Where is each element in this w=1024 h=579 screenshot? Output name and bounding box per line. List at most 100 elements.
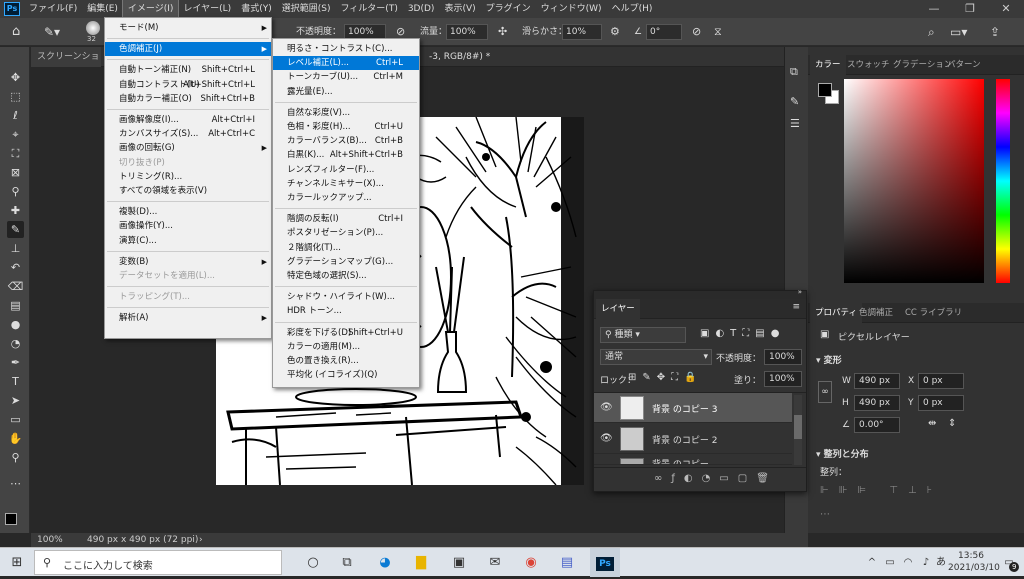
lasso-tool-icon[interactable]: ℓ [7, 107, 24, 124]
menu-item[interactable]: 画像操作(Y)... [105, 219, 271, 233]
share-icon[interactable]: ⇪ [990, 23, 1000, 41]
link-icon[interactable]: ∞ [818, 381, 832, 403]
menu-item[interactable]: 変数(B) ▶ [105, 255, 271, 269]
transform-heading[interactable]: ▾ 変形 [816, 353, 842, 366]
document-tab-title[interactable]: -3, RGB/8#) * [423, 47, 496, 67]
task-view-icon[interactable]: ⧉ [332, 548, 362, 577]
cortana-icon[interactable]: ○ [298, 548, 328, 577]
layers-scrollbar[interactable] [794, 395, 802, 465]
menu-item[interactable]: カラーの適用(M)... [273, 340, 419, 354]
x-field[interactable]: 0 px [918, 373, 964, 389]
menu-item[interactable]: カラーバランス(B)... Ctrl+B [273, 134, 419, 148]
gradient-tool-icon[interactable]: ▤ [7, 297, 24, 314]
notification-icon[interactable]: ▭ 9 [998, 548, 1020, 577]
menu-item[interactable]: チャンネルミキサー(X)... [273, 177, 419, 191]
history-panel-icon[interactable]: ⧉ [790, 65, 798, 79]
explorer-icon[interactable]: ▇ [406, 548, 436, 577]
menu-9[interactable]: プラグイン [481, 0, 536, 18]
y-field[interactable]: 0 px [918, 395, 964, 411]
width-field[interactable]: 490 px [854, 373, 900, 389]
menu-item[interactable]: トリミング(R)... [105, 170, 271, 184]
menu-item[interactable]: 特定色域の選択(S)... [273, 269, 419, 283]
menu-item[interactable]: 露光量(E)... [273, 85, 419, 99]
volume-icon[interactable]: ♪ [918, 548, 934, 577]
zoom-tool-icon[interactable]: ⚲ [7, 449, 24, 466]
hue-slider[interactable] [996, 79, 1010, 283]
brush-tip-icon[interactable] [86, 21, 100, 35]
menu-item[interactable]: 複製(D)... [105, 205, 271, 219]
adjustments-icon[interactable]: ☰ [790, 117, 800, 130]
menu-item[interactable]: 画像の回転(G) ▶ [105, 141, 271, 155]
align-buttons-icon[interactable]: ⊩⊪⊫ ⊤⊥⊦ [820, 485, 942, 496]
menu-4[interactable]: 書式(Y) [236, 0, 277, 18]
menu-item[interactable]: 色調補正(J) ▶ [105, 42, 271, 57]
brush-angle-field[interactable]: 0° [646, 24, 682, 40]
menu-item[interactable]: HDR トーン... [273, 304, 419, 318]
menu-8[interactable]: 表示(V) [439, 0, 480, 18]
flip-vertical-icon[interactable]: ⇕ [948, 418, 956, 429]
menu-item[interactable]: 演算(C)... [105, 234, 271, 248]
symmetry-icon[interactable]: ⧖ [714, 23, 722, 41]
brush-preset-icon[interactable]: ✎▾ [44, 23, 60, 41]
menu-5[interactable]: 選択範囲(S) [277, 0, 336, 18]
frame-tool-icon[interactable]: ⊠ [7, 164, 24, 181]
chrome-icon[interactable]: ◉ [516, 548, 546, 577]
stamp-tool-icon[interactable]: ⊥ [7, 240, 24, 257]
zoom-level[interactable]: 100% [37, 533, 63, 547]
layer-row[interactable]: 背景 のコピー [594, 455, 792, 465]
smoothing-field[interactable]: 10% [562, 24, 602, 40]
pen-tool-icon[interactable]: ✒ [7, 354, 24, 371]
menu-6[interactable]: フィルター(T) [335, 0, 402, 18]
panel-menu-icon[interactable]: ≡ [792, 302, 800, 312]
layer-opacity-field[interactable]: 100% [764, 349, 802, 365]
windows-start-icon[interactable]: ⊞ [0, 548, 34, 577]
menu-item[interactable]: 自動コントラスト(U) Alt+Shift+Ctrl+L [105, 78, 271, 92]
layer-actions-bar[interactable]: ∞ƒ◐◔▭▢🗑 [594, 467, 806, 491]
tray-chevron-icon[interactable]: ^ [864, 548, 880, 577]
panel-grip[interactable]: » [594, 288, 806, 299]
home-icon[interactable]: ⌂ [12, 23, 20, 41]
fill-field[interactable]: 100% [764, 371, 802, 387]
menu-item[interactable]: 彩度を下げる(D) Shift+Ctrl+U [273, 326, 419, 340]
menu-item[interactable]: カンバスサイズ(S)... Alt+Ctrl+C [105, 127, 271, 141]
brush-tool-icon[interactable]: ✎ [7, 221, 24, 238]
lock-icons[interactable]: ⊞✎✥⛶🔒 [628, 372, 703, 383]
height-field[interactable]: 490 px [854, 395, 900, 411]
tab-swatches[interactable]: スウォッチ [842, 55, 895, 75]
layer-name[interactable]: 背景 のコピー 2 [652, 433, 717, 446]
menu-3[interactable]: レイヤー(L) [178, 0, 236, 18]
brush-settings-icon[interactable]: ✎ [790, 95, 799, 108]
menu-2[interactable]: イメージ(I) [121, 0, 180, 19]
menu-item[interactable]: 画像解像度(I)... Alt+Ctrl+I [105, 113, 271, 127]
menu-0[interactable]: ファイル(F) [24, 0, 82, 18]
menu-item[interactable]: 色相・彩度(H)... Ctrl+U [273, 120, 419, 134]
layer-row-active[interactable]: 👁 背景 のコピー 3 [594, 393, 792, 423]
menu-item[interactable]: 解析(A) ▶ [105, 311, 271, 325]
menu-item[interactable]: グラデーションマップ(G)... [273, 255, 419, 269]
document-tab[interactable]: スクリーンショット ( [31, 47, 101, 67]
search-icon[interactable]: ⌕ [928, 23, 935, 41]
menu-item[interactable]: 白黒(K)... Alt+Shift+Ctrl+B [273, 148, 419, 162]
menu-7[interactable]: 3D(D) [403, 0, 440, 18]
crop-tool-icon[interactable]: ⛶ [7, 145, 24, 162]
menu-11[interactable]: ヘルプ(H) [607, 0, 658, 18]
menu-item[interactable]: レベル補正(L)... Ctrl+L [273, 56, 419, 71]
quick-select-tool-icon[interactable]: ⌖ [7, 126, 24, 143]
workspace-icon[interactable]: ▭▾ [950, 23, 967, 41]
edge-icon[interactable]: ◕ [370, 548, 400, 577]
history-brush-tool-icon[interactable]: ↶ [7, 259, 24, 276]
mail-icon[interactable]: ✉ [480, 548, 510, 577]
tab-patterns[interactable]: パターン [942, 55, 986, 75]
pressure-size-icon[interactable]: ⊘ [692, 23, 701, 41]
menu-item[interactable]: 自然な彩度(V)... [273, 106, 419, 120]
visibility-eye-icon[interactable]: 👁 [600, 433, 613, 444]
layer-row[interactable]: 👁 背景 のコピー 2 [594, 424, 792, 454]
store-icon[interactable]: ▣ [444, 548, 474, 577]
tab-layers[interactable]: レイヤー [596, 299, 640, 319]
hand-tool-icon[interactable]: ✋ [7, 430, 24, 447]
save-app-icon[interactable]: ▤ [552, 548, 582, 577]
more-tools-icon[interactable]: ⋯ [7, 475, 24, 492]
tab-cc-libraries[interactable]: CC ライブラリ [900, 303, 967, 323]
blur-tool-icon[interactable]: ● [7, 316, 24, 333]
eraser-tool-icon[interactable]: ⌫ [7, 278, 24, 295]
